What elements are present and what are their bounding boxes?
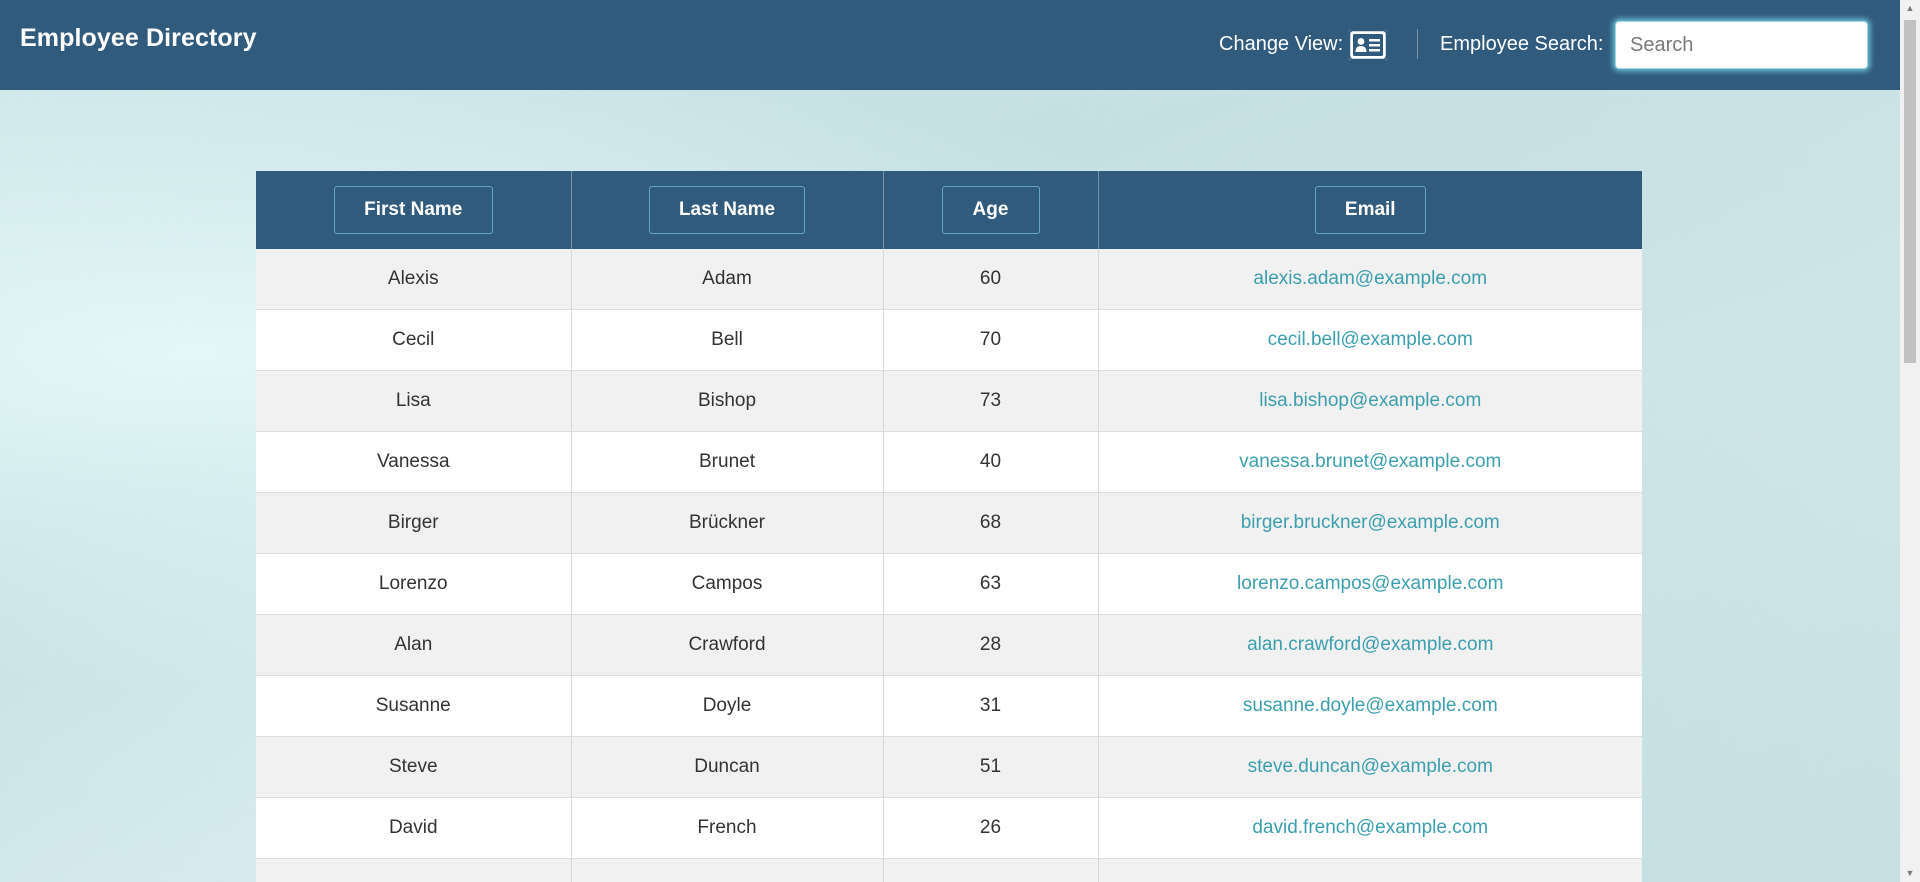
table-row: David French 26 david.french@example.com	[256, 797, 1642, 859]
last-name-cell: French	[571, 797, 884, 859]
last-name-cell: Campos	[571, 553, 884, 615]
email-link[interactable]: susanne.doyle@example.com	[1243, 695, 1498, 716]
email-link[interactable]: lorenzo.campos@example.com	[1237, 573, 1503, 594]
page-scrollbar[interactable]: ▲ ▼	[1900, 0, 1920, 882]
email-cell: steve.duncan@example.com	[1098, 736, 1642, 798]
age-cell: 68	[883, 492, 1099, 554]
navbar-divider	[1417, 29, 1418, 59]
first-name-cell: Cecil	[256, 309, 572, 371]
email-cell: lorenzo.campos@example.com	[1098, 553, 1642, 615]
age-cell	[883, 858, 1099, 882]
age-cell: 28	[883, 614, 1099, 676]
table-row: Steve Duncan 51 steve.duncan@example.com	[256, 736, 1642, 798]
table-row: Alan Crawford 28 alan.crawford@example.c…	[256, 614, 1642, 676]
scrollbar-thumb[interactable]	[1904, 20, 1916, 363]
table-row: Cecil Bell 70 cecil.bell@example.com	[256, 309, 1642, 371]
table-row	[256, 858, 1642, 882]
last-name-cell: Duncan	[571, 736, 884, 798]
email-cell: susanne.doyle@example.com	[1098, 675, 1642, 737]
age-cell: 70	[883, 309, 1099, 371]
table-row: Lorenzo Campos 63 lorenzo.campos@example…	[256, 553, 1642, 615]
first-name-cell: Steve	[256, 736, 572, 798]
sort-email-button[interactable]: Email	[1314, 186, 1426, 234]
last-name-cell: Crawford	[571, 614, 884, 676]
scroll-up-arrow-icon[interactable]: ▲	[1900, 0, 1920, 17]
age-cell: 40	[883, 431, 1099, 493]
navbar: Employee Directory Change View: Employee…	[0, 0, 1900, 90]
email-link[interactable]: alexis.adam@example.com	[1253, 268, 1487, 289]
email-cell: alexis.adam@example.com	[1098, 249, 1642, 310]
employee-search-label: Employee Search:	[1440, 33, 1604, 55]
email-cell: david.french@example.com	[1098, 797, 1642, 859]
age-cell: 60	[883, 249, 1099, 310]
employee-table-container: First Name Last Name Age Email Alexis Ad…	[256, 171, 1642, 882]
change-view-label: Change View:	[1219, 33, 1344, 55]
email-cell: birger.bruckner@example.com	[1098, 492, 1642, 554]
first-name-cell: Birger	[256, 492, 572, 554]
column-header-email: Email	[1098, 171, 1642, 249]
sort-last-name-button[interactable]: Last Name	[649, 186, 805, 234]
age-cell: 51	[883, 736, 1099, 798]
table-row: Birger Brückner 68 birger.bruckner@examp…	[256, 492, 1642, 554]
first-name-cell: Alexis	[256, 249, 572, 310]
column-header-last-name: Last Name	[571, 171, 884, 249]
last-name-cell: Brückner	[571, 492, 884, 554]
email-cell	[1098, 858, 1642, 882]
first-name-cell: Lorenzo	[256, 553, 572, 615]
first-name-cell: David	[256, 797, 572, 859]
id-card-icon	[1348, 29, 1388, 61]
email-link[interactable]: lisa.bishop@example.com	[1259, 390, 1481, 411]
email-cell: vanessa.brunet@example.com	[1098, 431, 1642, 493]
table-row: Susanne Doyle 31 susanne.doyle@example.c…	[256, 675, 1642, 737]
last-name-cell: Adam	[571, 249, 884, 310]
last-name-cell: Doyle	[571, 675, 884, 737]
employee-search-input[interactable]	[1615, 21, 1868, 69]
first-name-cell: Lisa	[256, 370, 572, 432]
scroll-down-arrow-icon[interactable]: ▼	[1900, 865, 1920, 882]
age-cell: 63	[883, 553, 1099, 615]
table-header-row: First Name Last Name Age Email	[256, 171, 1642, 249]
email-cell: cecil.bell@example.com	[1098, 309, 1642, 371]
sort-first-name-button[interactable]: First Name	[333, 186, 493, 234]
sort-age-button[interactable]: Age	[941, 186, 1040, 234]
last-name-cell: Brunet	[571, 431, 884, 493]
first-name-cell: Vanessa	[256, 431, 572, 493]
email-link[interactable]: david.french@example.com	[1252, 817, 1488, 838]
first-name-cell: Susanne	[256, 675, 572, 737]
age-cell: 26	[883, 797, 1099, 859]
email-link[interactable]: alan.crawford@example.com	[1247, 634, 1493, 655]
page-title: Employee Directory	[20, 24, 257, 52]
column-header-age: Age	[883, 171, 1099, 249]
first-name-cell: Alan	[256, 614, 572, 676]
last-name-cell: Bell	[571, 309, 884, 371]
table-row: Alexis Adam 60 alexis.adam@example.com	[256, 249, 1642, 310]
age-cell: 31	[883, 675, 1099, 737]
email-link[interactable]: steve.duncan@example.com	[1248, 756, 1493, 777]
table-row: Lisa Bishop 73 lisa.bishop@example.com	[256, 370, 1642, 432]
email-link[interactable]: birger.bruckner@example.com	[1241, 512, 1500, 533]
age-cell: 73	[883, 370, 1099, 432]
email-cell: alan.crawford@example.com	[1098, 614, 1642, 676]
last-name-cell	[571, 858, 884, 882]
column-header-first-name: First Name	[256, 171, 572, 249]
employee-table: First Name Last Name Age Email Alexis Ad…	[256, 171, 1642, 882]
change-view-button[interactable]	[1348, 29, 1388, 61]
last-name-cell: Bishop	[571, 370, 884, 432]
email-cell: lisa.bishop@example.com	[1098, 370, 1642, 432]
first-name-cell	[256, 858, 572, 882]
email-link[interactable]: cecil.bell@example.com	[1268, 329, 1473, 350]
table-row: Vanessa Brunet 40 vanessa.brunet@example…	[256, 431, 1642, 493]
email-link[interactable]: vanessa.brunet@example.com	[1239, 451, 1501, 472]
